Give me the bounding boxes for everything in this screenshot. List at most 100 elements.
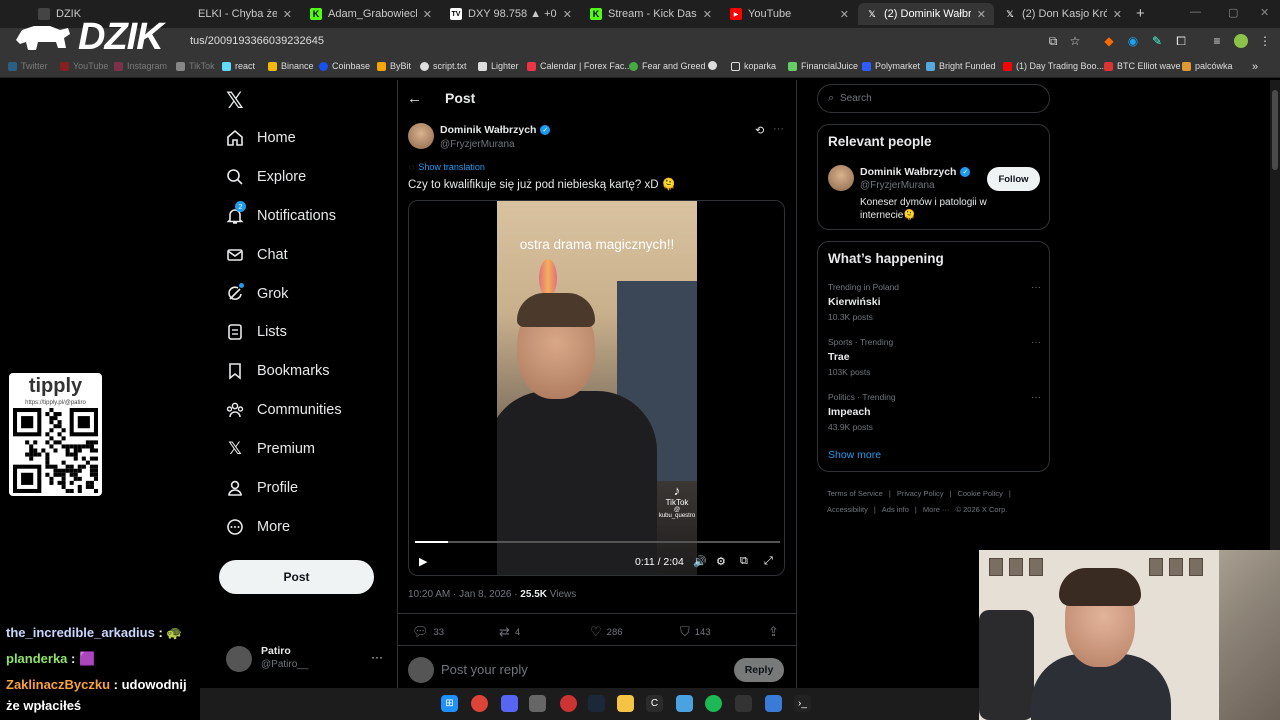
bookmark[interactable]: Twitter	[8, 61, 48, 71]
compose-post-button[interactable]: Post	[219, 560, 374, 594]
sidebar-item-more[interactable]: More	[226, 514, 290, 540]
browser-tab[interactable]: TV DXY 98.758 ▲ +0.03% Be ✕	[442, 3, 580, 25]
photos-icon[interactable]	[765, 695, 782, 712]
bookmark[interactable]: BTC Elliot wave	[1104, 61, 1181, 71]
maximize-icon[interactable]: ▢	[1228, 6, 1238, 19]
post-timestamp[interactable]: 10:20 AM · Jan 8, 2026 ·	[408, 589, 520, 600]
bookmark[interactable]: FinancialJuice	[788, 61, 858, 71]
repost-action[interactable]: ⇄ 4	[499, 624, 520, 640]
new-tab-icon[interactable]: +	[1136, 5, 1145, 22]
more-dots-icon[interactable]: ···	[773, 123, 784, 135]
footer-link[interactable]: Ads info	[882, 505, 909, 514]
url-field[interactable]: tus/2009193366039232645	[190, 35, 324, 47]
extension-metamask-icon[interactable]: ◆	[1102, 34, 1116, 48]
sidebar-item-profile[interactable]: Profile	[226, 475, 298, 501]
star-icon[interactable]: ☆	[1068, 34, 1082, 48]
more-bookmarks-icon[interactable]: »	[1252, 61, 1258, 73]
account-switcher[interactable]: Patiro @Patiro__ ···	[226, 644, 386, 674]
close-tab-icon[interactable]: ✕	[563, 8, 572, 21]
close-tab-icon[interactable]: ✕	[1113, 8, 1122, 21]
more-dots-icon[interactable]: ···	[1031, 392, 1041, 403]
close-tab-icon[interactable]: ✕	[423, 8, 432, 21]
bookmark[interactable]: TikTok	[176, 61, 215, 71]
bookmark[interactable]: Bright Funded	[926, 61, 996, 71]
browser-tab-active[interactable]: 𝕏 (2) Dominik Wałbrzych on ✕	[858, 3, 994, 25]
trend-item[interactable]: Sports · Trending Trae 103K posts ···	[828, 337, 1043, 381]
terminal-icon[interactable]: ›_	[794, 695, 811, 712]
app-icon[interactable]	[529, 695, 546, 712]
sidebar-item-communities[interactable]: Communities	[226, 397, 342, 423]
footer-link[interactable]: Privacy Policy	[897, 489, 944, 498]
person-name[interactable]: Dominik Wałbrzych ✓	[860, 166, 971, 178]
trend-item[interactable]: Trending in Poland Kierwiński 10.3K post…	[828, 282, 1043, 326]
like-action[interactable]: ♡ 286	[590, 624, 623, 640]
person-handle[interactable]: @FryzjerMurana	[860, 180, 935, 191]
app-icon[interactable]	[676, 695, 693, 712]
discord-icon[interactable]	[501, 695, 518, 712]
bookmark[interactable]: Binance	[268, 61, 314, 71]
grok-explain-icon[interactable]: ⟲	[755, 124, 764, 137]
video-progress-bar[interactable]	[415, 541, 780, 543]
extensions-puzzle-icon[interactable]: ⧠	[1174, 34, 1188, 48]
play-icon[interactable]: ▶	[419, 555, 427, 568]
close-window-icon[interactable]: ✕	[1260, 6, 1269, 19]
close-tab-icon[interactable]: ✕	[977, 8, 986, 21]
share-action[interactable]: ⇪	[768, 624, 779, 640]
bookmark-action[interactable]: ⛉ 143	[680, 624, 711, 640]
profile-avatar-icon[interactable]	[1234, 34, 1248, 48]
bookmark[interactable]: Lighter	[478, 61, 519, 71]
volume-icon[interactable]: 🔊	[693, 555, 707, 568]
bookmark[interactable]: Fear and Greed	[629, 61, 706, 71]
tab-list-icon[interactable]: ≡	[1210, 34, 1224, 48]
sidebar-item-chat[interactable]: Chat	[226, 242, 288, 268]
windows-start-icon[interactable]: ⊞	[441, 695, 458, 712]
bookmark[interactable]: Polymarket	[862, 61, 920, 71]
trend-item[interactable]: Politics · Trending Impeach 43.9K posts …	[828, 392, 1043, 436]
browser-tab[interactable]: ▶ YouTube ✕	[722, 3, 857, 25]
sidebar-item-bookmarks[interactable]: Bookmarks	[226, 358, 330, 384]
reply-action[interactable]: 💬︎ 33	[412, 624, 444, 640]
extension-icon[interactable]: ✎	[1150, 34, 1164, 48]
picture-in-picture-icon[interactable]: ⧉	[740, 555, 748, 568]
video-player[interactable]: ostra drama magicznych!! ♪ TikTok @ kubu…	[408, 200, 785, 576]
x-logo-icon[interactable]: 𝕏	[226, 88, 248, 113]
obs-icon[interactable]	[560, 695, 577, 712]
show-more-link[interactable]: Show more	[828, 449, 881, 461]
scrollbar-thumb[interactable]	[1272, 90, 1278, 170]
steam-icon[interactable]	[588, 695, 605, 712]
sidebar-item-lists[interactable]: Lists	[226, 319, 287, 345]
app-icon[interactable]	[735, 695, 752, 712]
author-handle[interactable]: @FryzjerMurana	[440, 139, 515, 150]
close-tab-icon[interactable]: ✕	[840, 8, 849, 21]
bookmark[interactable]: Coinbase	[319, 61, 370, 71]
footer-link[interactable]: More ···	[923, 505, 950, 514]
author-name[interactable]: Dominik Wałbrzych ✓	[440, 124, 551, 136]
sidebar-item-explore[interactable]: Explore	[226, 164, 306, 190]
follow-button[interactable]: Follow	[987, 167, 1040, 191]
author-avatar[interactable]	[408, 123, 434, 149]
bookmark[interactable]: react	[222, 61, 255, 71]
browser-tab[interactable]: 𝕏 (2) Don Kasjo Król on X ✕	[996, 3, 1130, 25]
bookmark[interactable]	[708, 61, 717, 70]
more-dots-icon[interactable]: ···	[1031, 282, 1041, 293]
close-tab-icon[interactable]: ✕	[283, 8, 292, 21]
bookmark[interactable]: Instagram	[114, 61, 167, 71]
browser-tab[interactable]: K Stream - Kick Dashboard ✕	[582, 3, 720, 25]
settings-gear-icon[interactable]: ⚙	[716, 555, 726, 568]
more-dots-icon[interactable]: ···	[1031, 337, 1041, 348]
minimize-icon[interactable]: —	[1190, 6, 1201, 18]
sidebar-item-grok[interactable]: Grok	[226, 281, 288, 307]
bookmark[interactable]: ByBit	[377, 61, 411, 71]
fullscreen-icon[interactable]: ⤢	[764, 555, 773, 568]
close-tab-icon[interactable]: ✕	[703, 8, 712, 21]
bookmark[interactable]: Calendar | Forex Fac...	[527, 61, 632, 71]
footer-link[interactable]: Cookie Policy	[957, 489, 1002, 498]
back-arrow-icon[interactable]: ←	[407, 90, 422, 107]
spotify-icon[interactable]	[705, 695, 722, 712]
chrome-icon[interactable]	[471, 695, 488, 712]
browser-tab[interactable]: ELKI - Chyba że z To ✕	[190, 3, 300, 25]
install-app-icon[interactable]: ⧉	[1046, 34, 1060, 48]
footer-link[interactable]: Terms of Service	[827, 489, 883, 498]
search-input[interactable]: ⌕ Search	[817, 84, 1050, 113]
cursor-icon[interactable]: C	[646, 695, 663, 712]
